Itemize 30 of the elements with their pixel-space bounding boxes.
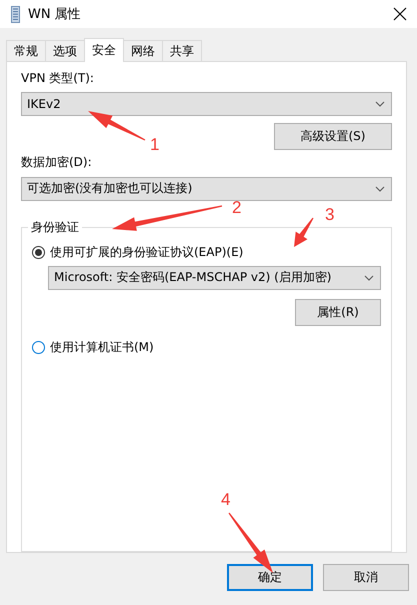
- chevron-down-icon: [364, 274, 374, 281]
- radio-button[interactable]: [32, 246, 45, 260]
- field-label: VPN 类型(T):: [21, 70, 95, 88]
- tab[interactable]: 常规: [6, 40, 46, 61]
- group-title: 身份验证: [28, 218, 82, 236]
- annotation-number: 2: [232, 198, 242, 217]
- radio-label[interactable]: 使用计算机证书(M): [50, 339, 154, 356]
- annotation-arrow: [228, 512, 273, 573]
- dropdown[interactable]: 可选加密(没有加密也可以连接): [21, 176, 392, 201]
- dialog-button[interactable]: 取消: [323, 564, 409, 591]
- server-icon: [11, 6, 20, 22]
- dropdown[interactable]: IKEv2: [21, 92, 392, 116]
- annotation-number: 1: [150, 135, 160, 154]
- annotation-number: 3: [325, 205, 334, 224]
- radio-label[interactable]: 使用可扩展的身份验证协议(EAP)(E): [50, 244, 244, 262]
- annotation-number: 4: [221, 490, 230, 509]
- radio-button[interactable]: [32, 341, 45, 354]
- dropdown[interactable]: Microsoft: 安全密码(EAP-MSCHAP v2) (启用加密): [48, 266, 381, 290]
- tab[interactable]: 安全: [84, 38, 124, 62]
- annotation-arrow: [294, 218, 314, 247]
- dialog-button[interactable]: 确定: [227, 564, 313, 591]
- chevron-down-icon: [375, 186, 385, 192]
- field-label: 数据加密(D):: [21, 154, 93, 171]
- close-icon[interactable]: [393, 7, 407, 21]
- tab[interactable]: 共享: [162, 40, 202, 61]
- window-title: WN 属性: [28, 6, 81, 23]
- chevron-down-icon: [375, 101, 385, 108]
- advanced-settings-button[interactable]: 高级设置(S): [274, 123, 392, 150]
- properties-button[interactable]: 属性(R): [295, 298, 381, 326]
- annotation-arrow: [88, 111, 146, 140]
